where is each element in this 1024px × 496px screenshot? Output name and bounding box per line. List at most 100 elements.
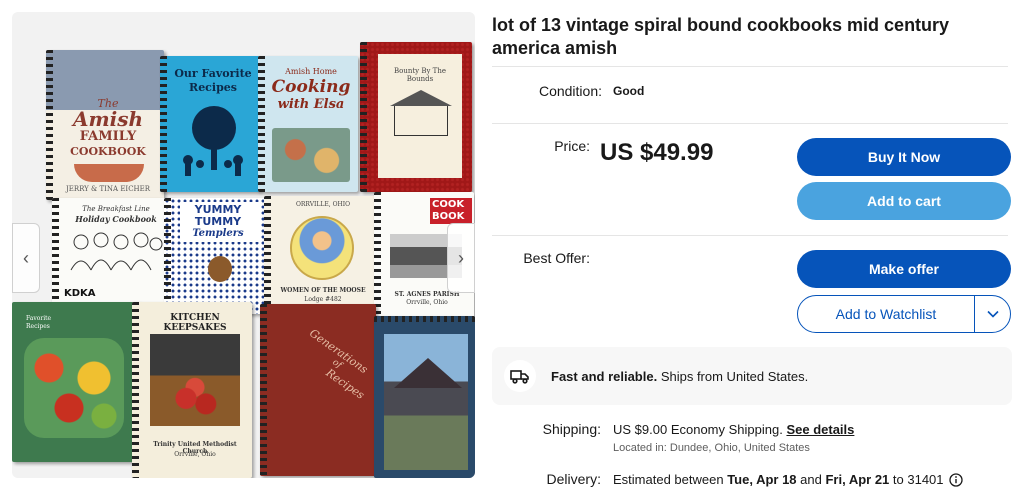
book-title: Holiday Cookbook [75, 214, 157, 224]
price-label: Price: [554, 138, 590, 154]
girl-illustration [290, 216, 354, 280]
condition-label: Condition: [538, 83, 602, 99]
make-offer-button[interactable]: Make offer [797, 250, 1011, 288]
shipping-cost: US $9.00 [613, 422, 668, 437]
book-title: Amish [72, 107, 144, 131]
book-vegetable-cover: Favorite Recipes [12, 302, 140, 462]
book-house-cover [374, 316, 475, 478]
book-title: COOKBOOK [70, 145, 146, 158]
delivery-zip: to 31401 [889, 472, 944, 487]
book-our-favorite-recipes: Our Favorite Recipes [160, 56, 260, 192]
truck-icon-wrapper [504, 360, 536, 392]
book-title: Bounty By The Bounds [393, 67, 446, 83]
book-title: Recipes [189, 81, 237, 94]
apple-basket-photo [150, 334, 240, 426]
next-image-button[interactable]: › [447, 223, 475, 293]
book-title: FAMILY [79, 129, 137, 144]
product-photo[interactable]: The Amish FAMILY COOKBOOK JERRY & TINA E… [12, 12, 475, 478]
teddy-bear [208, 256, 232, 282]
price-value: US $49.99 [600, 139, 714, 166]
shipping-banner-text: Fast and reliable. Ships from United Sta… [551, 369, 808, 384]
book-title: KITCHEN KEEPSAKES [163, 313, 227, 333]
delivery-estimate: Estimated between Tue, Apr 18 and Fri, A… [613, 472, 963, 487]
listing-title: lot of 13 vintage spiral bound cookbooks… [492, 15, 950, 58]
previous-image-button[interactable]: ‹ [12, 223, 40, 293]
watchlist-split-button: Add to Watchlist [797, 295, 1011, 333]
spiral-binding [374, 192, 381, 320]
book-amish-family-cookbook: The Amish FAMILY COOKBOOK JERRY & TINA E… [46, 50, 164, 200]
spiral-binding [132, 302, 139, 478]
book-title: WOMEN OF THE MOOSE [280, 287, 366, 294]
add-to-cart-button[interactable]: Add to cart [797, 182, 1011, 220]
spiral-binding [164, 198, 171, 314]
house-roof [394, 358, 462, 388]
spiral-binding [160, 56, 167, 192]
bowls-illustration [74, 164, 144, 182]
add-to-watchlist-button[interactable]: Add to Watchlist [798, 296, 974, 332]
spiral-binding [46, 50, 53, 200]
spiral-binding [374, 316, 475, 322]
divider [492, 123, 1008, 124]
delivery-and: and [796, 472, 826, 487]
shipping-banner-bold: Fast and reliable. [551, 369, 658, 384]
book-title: Amish Home [285, 67, 337, 76]
chevron-left-icon: ‹ [23, 247, 29, 268]
spiral-binding [260, 304, 267, 476]
truck-icon [510, 370, 529, 384]
book-title: BOOK [432, 211, 465, 222]
barn-sketch [394, 106, 448, 136]
book-generations-of-recipes: Generations of Recipes [260, 304, 376, 476]
spiral-binding [258, 56, 265, 192]
buy-it-now-button[interactable]: Buy It Now [797, 138, 1011, 176]
book-bounty-by-the-bounds: Bounty By The Bounds [360, 42, 472, 192]
book-title: TUMMY [194, 215, 242, 228]
tree-family-illustration [183, 106, 243, 176]
spiral-binding [360, 42, 367, 192]
image-gallery[interactable]: The Amish FAMILY COOKBOOK JERRY & TINA E… [12, 12, 475, 478]
shipping-service: Economy Shipping. [667, 422, 783, 437]
info-icon[interactable] [948, 472, 963, 487]
condition-value: Good [613, 84, 645, 98]
vegetable-illustration [24, 338, 124, 438]
book-yummy-tummy: YUMMY TUMMY Templers [164, 198, 266, 314]
book-title: Lodge #482 [304, 296, 342, 303]
book-title: with Elsa [277, 97, 345, 112]
book-title: Cooking [271, 77, 351, 97]
shipping-label: Shipping: [542, 421, 601, 437]
book-kitchen-keepsakes: KITCHEN KEEPSAKES Trinity United Methodi… [132, 302, 252, 478]
book-title: ORRVILLE, OHIO [295, 201, 351, 208]
chevron-down-icon [986, 310, 999, 318]
watchlist-dropdown-button[interactable] [975, 296, 1010, 332]
book-title: Orrville, Ohio [406, 299, 448, 306]
divider [492, 235, 1008, 236]
shipping-banner: Fast and reliable. Ships from United Sta… [492, 347, 1012, 405]
book-title: Templers [192, 228, 244, 239]
book-title: Orrville, Ohio [174, 451, 216, 458]
shipping-info: US $9.00 Economy Shipping. See details [613, 422, 854, 437]
see-details-link[interactable]: See details [786, 422, 854, 437]
house-photo [384, 334, 468, 470]
divider [492, 66, 1008, 67]
delivery-prefix: Estimated between [613, 472, 728, 487]
book-women-of-the-moose: ORRVILLE, OHIO WOMEN OF THE MOOSE Lodge … [264, 196, 376, 320]
delivery-start-date: Tue, Apr 18 [727, 472, 797, 487]
barn-roof [390, 90, 452, 106]
item-location: Located in: Dundee, Ohio, United States [613, 442, 810, 454]
title-arc: Generations of Recipes [280, 326, 376, 421]
spiral-binding [264, 196, 271, 320]
delivery-end-date: Fri, Apr 21 [825, 472, 890, 487]
people-sketch [70, 232, 163, 271]
best-offer-label: Best Offer: [523, 250, 590, 266]
book-amish-home-cooking-elsa: Amish Home Cooking with Elsa [258, 56, 358, 192]
book-cover-panel: Bounty By The Bounds [378, 54, 462, 178]
delivery-label: Delivery: [546, 471, 601, 487]
food-photo [272, 128, 350, 182]
book-title: Recipes [26, 323, 50, 330]
book-title: Favorite [26, 315, 52, 322]
shipping-banner-detail: Ships from United States. [657, 369, 809, 384]
book-title: The Breakfast Line [82, 205, 150, 213]
book-title: COOK [432, 199, 465, 210]
chevron-right-icon: › [458, 247, 464, 268]
book-author: JERRY & TINA EICHER [65, 185, 151, 193]
kdka-badge: KDKA [64, 288, 96, 299]
